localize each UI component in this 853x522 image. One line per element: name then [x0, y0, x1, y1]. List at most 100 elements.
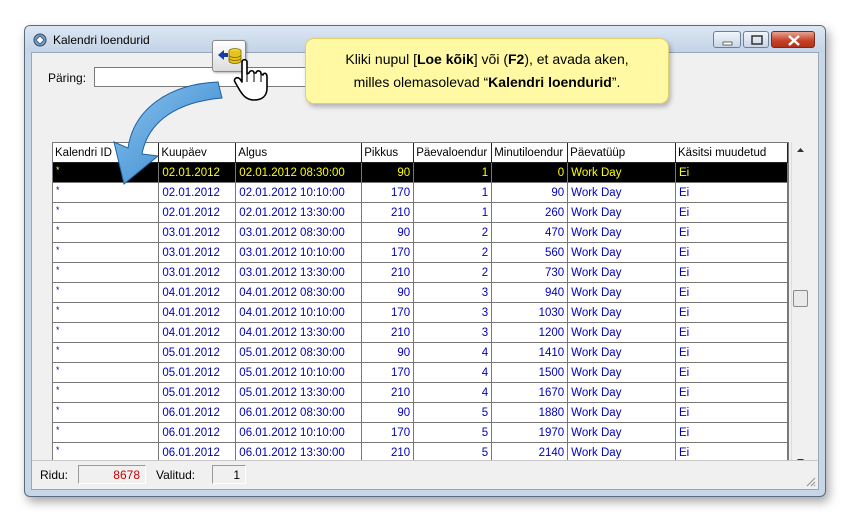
cell-calendar-id[interactable]: * [53, 382, 160, 403]
cell-day-counter[interactable]: 1 [413, 182, 493, 203]
cell-start[interactable]: 02.01.2012 13:30:00 [235, 202, 363, 223]
cell-manually-changed[interactable]: Ei [675, 242, 788, 263]
cell-date[interactable]: 04.01.2012 [158, 282, 237, 303]
cell-manually-changed[interactable]: Ei [675, 422, 788, 443]
cell-day-type[interactable]: Work Day [567, 322, 677, 343]
table-row[interactable]: * 03.01.2012 03.01.2012 13:30:00 210 2 730 Wor… [53, 262, 788, 283]
cell-minute-counter[interactable]: 0 [491, 162, 569, 183]
cell-minute-counter[interactable]: 260 [491, 202, 569, 223]
cell-start[interactable]: 04.01.2012 13:30:00 [235, 322, 363, 343]
cell-date[interactable]: 03.01.2012 [158, 262, 237, 283]
cell-minute-counter[interactable]: 90 [491, 182, 569, 203]
cell-day-counter[interactable]: 2 [413, 262, 493, 283]
cell-manually-changed[interactable]: Ei [675, 322, 788, 343]
cell-minute-counter[interactable]: 1410 [491, 342, 569, 363]
cell-length[interactable]: 210 [361, 322, 415, 343]
cell-length[interactable]: 90 [361, 162, 415, 183]
maximize-button[interactable] [743, 31, 769, 48]
cell-day-type[interactable]: Work Day [567, 222, 677, 243]
cell-start[interactable]: 02.01.2012 10:10:00 [235, 182, 363, 203]
table-row[interactable]: * 04.01.2012 04.01.2012 10:10:00 170 3 1030 Wo… [53, 302, 788, 323]
cell-minute-counter[interactable]: 1500 [491, 362, 569, 383]
cell-length[interactable]: 170 [361, 422, 415, 443]
vertical-scrollbar[interactable] [791, 142, 809, 469]
cell-manually-changed[interactable]: Ei [675, 182, 788, 203]
cell-day-counter[interactable]: 4 [413, 342, 493, 363]
cell-start[interactable]: 05.01.2012 10:10:00 [235, 362, 363, 383]
cell-day-counter[interactable]: 4 [413, 362, 493, 383]
table-row[interactable]: * 06.01.2012 06.01.2012 08:30:00 90 5 1880 Wor… [53, 402, 788, 423]
cell-calendar-id[interactable]: * [53, 422, 160, 443]
table-row[interactable]: * 06.01.2012 06.01.2012 10:10:00 170 5 1970 Wo… [53, 422, 788, 443]
minimize-button[interactable] [713, 31, 741, 48]
cell-minute-counter[interactable]: 1030 [491, 302, 569, 323]
cell-start[interactable]: 05.01.2012 08:30:00 [235, 342, 363, 363]
cell-start[interactable]: 03.01.2012 10:10:00 [235, 242, 363, 263]
cell-minute-counter[interactable]: 1200 [491, 322, 569, 343]
cell-day-type[interactable]: Work Day [567, 342, 677, 363]
cell-day-type[interactable]: Work Day [567, 242, 677, 263]
cell-date[interactable]: 04.01.2012 [158, 302, 237, 323]
cell-manually-changed[interactable]: Ei [675, 402, 788, 423]
cell-minute-counter[interactable]: 470 [491, 222, 569, 243]
cell-day-counter[interactable]: 1 [413, 162, 493, 183]
table-row[interactable]: * 03.01.2012 03.01.2012 10:10:00 170 2 560 Wor… [53, 242, 788, 263]
cell-manually-changed[interactable]: Ei [675, 262, 788, 283]
col-header-length[interactable]: Pikkus [361, 143, 415, 163]
cell-day-counter[interactable]: 3 [413, 282, 493, 303]
cell-length[interactable]: 90 [361, 282, 415, 303]
col-header-day-counter[interactable]: Päevaloendur [413, 143, 493, 163]
calendar-counters-grid[interactable]: Kalendri ID Kuupäev Algus Pikkus Päevalo… [52, 142, 789, 471]
cell-length[interactable]: 170 [361, 182, 415, 203]
cell-day-counter[interactable]: 3 [413, 302, 493, 323]
cell-date[interactable]: 05.01.2012 [158, 382, 237, 403]
cell-manually-changed[interactable]: Ei [675, 222, 788, 243]
scroll-thumb[interactable] [793, 290, 808, 307]
cell-length[interactable]: 90 [361, 222, 415, 243]
cell-day-type[interactable]: Work Day [567, 182, 677, 203]
cell-day-counter[interactable]: 2 [413, 242, 493, 263]
table-row[interactable]: * 05.01.2012 05.01.2012 13:30:00 210 4 1670 Wo… [53, 382, 788, 403]
col-header-manually-changed[interactable]: Käsitsi muudetud [675, 143, 788, 163]
cell-minute-counter[interactable]: 1880 [491, 402, 569, 423]
table-row[interactable]: * 02.01.2012 02.01.2012 13:30:00 210 1 260 Wor… [53, 202, 788, 223]
cell-day-counter[interactable]: 5 [413, 402, 493, 423]
cell-calendar-id[interactable]: * [53, 222, 160, 243]
cell-date[interactable]: 05.01.2012 [158, 362, 237, 383]
col-header-start[interactable]: Algus [235, 143, 363, 163]
cell-day-type[interactable]: Work Day [567, 262, 677, 283]
cell-day-type[interactable]: Work Day [567, 202, 677, 223]
cell-date[interactable]: 03.01.2012 [158, 222, 237, 243]
cell-calendar-id[interactable]: * [53, 342, 160, 363]
cell-start[interactable]: 06.01.2012 10:10:00 [235, 422, 363, 443]
table-row[interactable]: * 05.01.2012 05.01.2012 10:10:00 170 4 1500 Wo… [53, 362, 788, 383]
size-grip-icon[interactable] [804, 475, 816, 487]
col-header-day-type[interactable]: Päevatüüp [567, 143, 677, 163]
cell-date[interactable]: 02.01.2012 [158, 202, 237, 223]
cell-calendar-id[interactable]: * [53, 282, 160, 303]
cell-date[interactable]: 06.01.2012 [158, 402, 237, 423]
cell-date[interactable]: 04.01.2012 [158, 322, 237, 343]
cell-day-type[interactable]: Work Day [567, 282, 677, 303]
cell-minute-counter[interactable]: 560 [491, 242, 569, 263]
cell-length[interactable]: 170 [361, 362, 415, 383]
cell-calendar-id[interactable]: * [53, 262, 160, 283]
cell-calendar-id[interactable]: * [53, 202, 160, 223]
cell-start[interactable]: 04.01.2012 08:30:00 [235, 282, 363, 303]
cell-minute-counter[interactable]: 1970 [491, 422, 569, 443]
cell-start[interactable]: 02.01.2012 08:30:00 [235, 162, 363, 183]
cell-day-counter[interactable]: 4 [413, 382, 493, 403]
cell-start[interactable]: 06.01.2012 08:30:00 [235, 402, 363, 423]
cell-date[interactable]: 05.01.2012 [158, 342, 237, 363]
cell-day-type[interactable]: Work Day [567, 422, 677, 443]
cell-day-type[interactable]: Work Day [567, 162, 677, 183]
cell-start[interactable]: 03.01.2012 08:30:00 [235, 222, 363, 243]
cell-day-counter[interactable]: 1 [413, 202, 493, 223]
cell-length[interactable]: 90 [361, 342, 415, 363]
cell-minute-counter[interactable]: 730 [491, 262, 569, 283]
cell-manually-changed[interactable]: Ei [675, 362, 788, 383]
cell-manually-changed[interactable]: Ei [675, 302, 788, 323]
cell-calendar-id[interactable]: * [53, 322, 160, 343]
cell-day-type[interactable]: Work Day [567, 382, 677, 403]
cell-length[interactable]: 210 [361, 202, 415, 223]
